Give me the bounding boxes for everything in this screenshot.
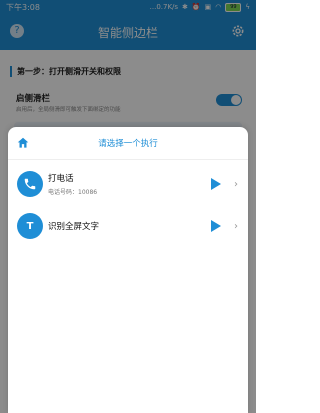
chevron-right-icon[interactable]: ›: [234, 179, 238, 190]
chevron-right-icon[interactable]: ›: [234, 221, 238, 232]
action-recognize-text[interactable]: T 识别全屏文字 ›: [8, 205, 248, 247]
text-recognition-icon: T: [17, 213, 43, 239]
action-name: 识别全屏文字: [48, 222, 100, 232]
home-icon[interactable]: [16, 136, 30, 150]
play-icon[interactable]: [211, 178, 221, 190]
action-subtitle: 电话号码：10086: [48, 189, 98, 196]
sheet-title: 请选择一个执行: [98, 139, 158, 149]
sheet-header: 请选择一个执行: [8, 127, 248, 160]
action-text: 识别全屏文字: [48, 220, 99, 232]
action-picker-sheet: 请选择一个执行 打电话 电话号码：10086 › T 识别全屏文字 ›: [8, 127, 248, 413]
play-icon[interactable]: [211, 220, 221, 232]
action-text: 打电话 电话号码：10086: [48, 172, 97, 196]
action-name: 打电话: [48, 174, 74, 184]
action-call[interactable]: 打电话 电话号码：10086 ›: [8, 163, 248, 205]
phone-icon: [17, 171, 43, 197]
